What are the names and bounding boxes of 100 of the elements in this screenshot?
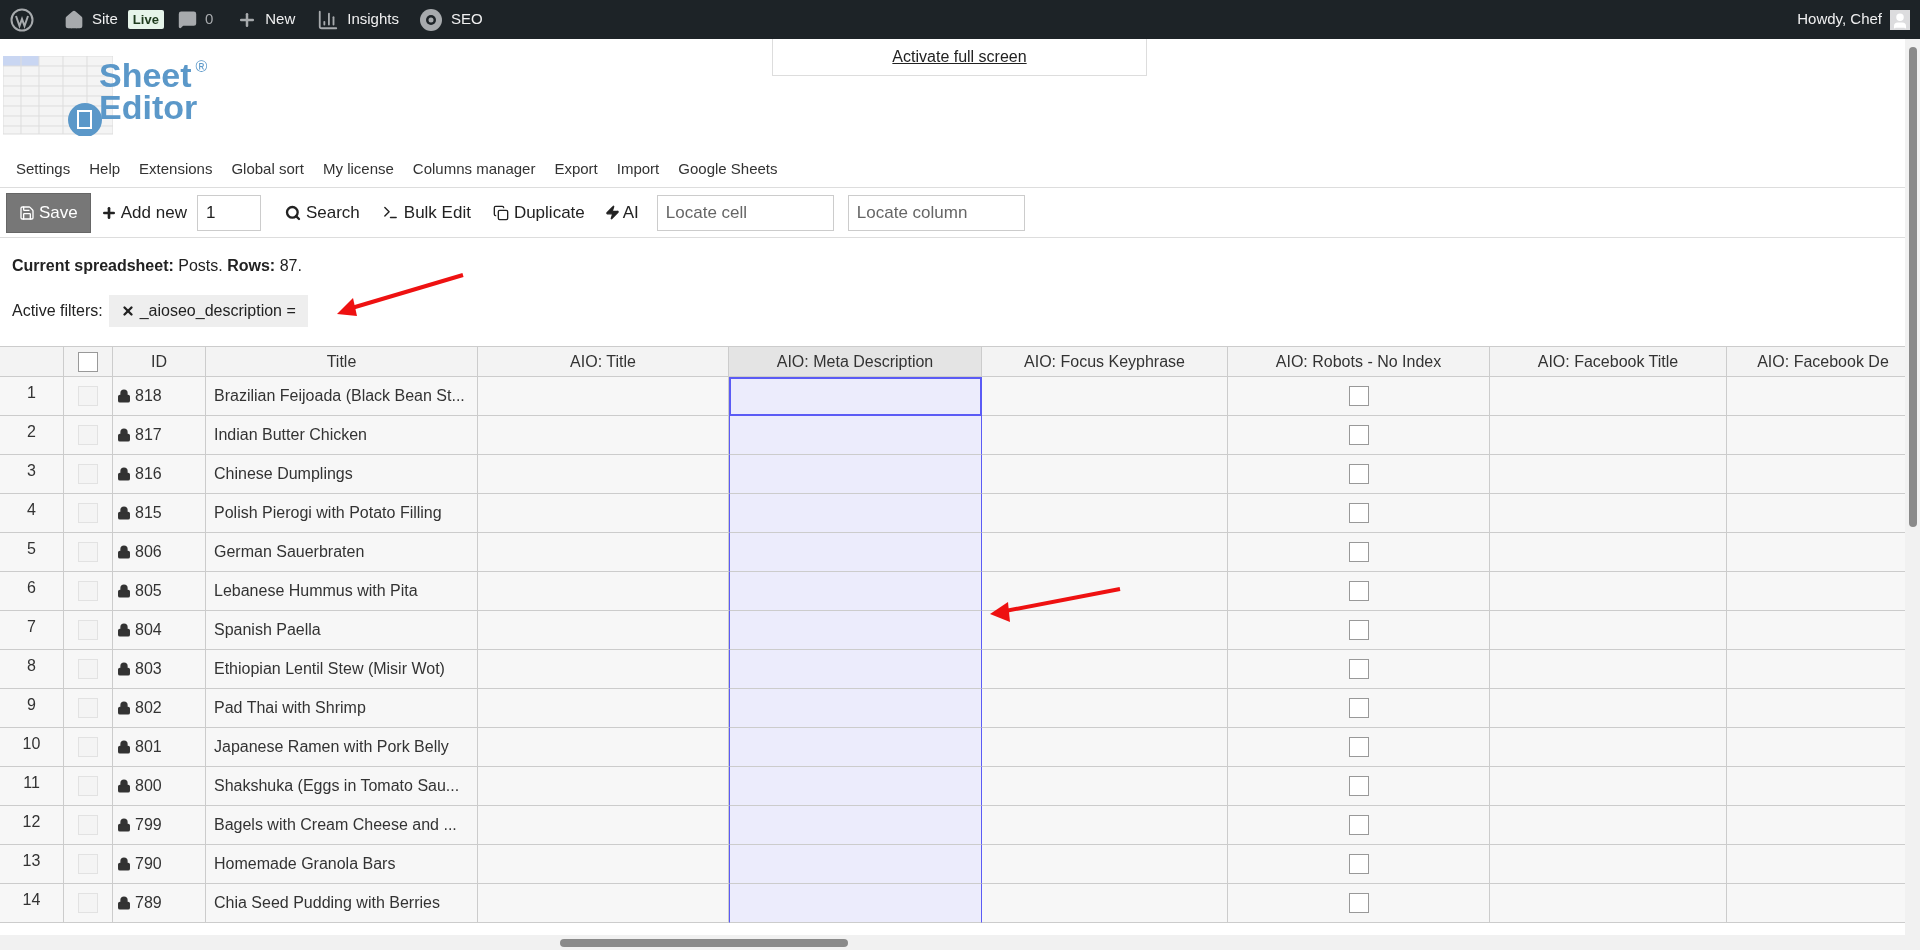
locate-cell-field[interactable]: Locate cell — [656, 194, 834, 231]
column-header[interactable]: AIO: Title — [478, 346, 729, 377]
column-header[interactable]: Title — [206, 346, 478, 377]
column-header[interactable]: AIO: Focus Keyphrase — [982, 346, 1228, 377]
row-number: 2 — [0, 416, 64, 455]
id-cell-text: 816 — [135, 464, 162, 484]
menu-link[interactable]: My license — [323, 158, 394, 181]
menu-link[interactable]: Export — [554, 158, 598, 181]
howdy-text[interactable]: Howdy, Chef — [1797, 8, 1882, 31]
title-cell: Homemade Granola Bars — [206, 845, 478, 884]
title-cell: Brazilian Feijoada (Black Bean St... — [206, 377, 478, 416]
horizontal-scrollbar[interactable] — [0, 935, 1905, 950]
seo-logo-icon[interactable] — [418, 7, 443, 32]
scrollbar-thumb[interactable] — [560, 938, 848, 947]
no-index-checkbox[interactable] — [1348, 386, 1369, 406]
menu-link[interactable]: Global sort — [231, 158, 304, 181]
row-number: 3 — [0, 455, 64, 494]
no-index-checkbox[interactable] — [1348, 503, 1369, 523]
row-number: 12 — [0, 806, 64, 845]
save-button[interactable]: Save — [6, 192, 91, 233]
menu-link[interactable]: Columns manager — [412, 158, 536, 181]
no-index-checkbox[interactable] — [1348, 620, 1369, 640]
title-cell: Pad Thai with Shrimp — [206, 689, 478, 728]
vertical-scrollbar[interactable] — [1905, 39, 1920, 950]
duplicate-button[interactable]: Duplicate — [492, 199, 585, 226]
close-icon — [120, 304, 135, 318]
column-header[interactable]: AIO: Meta Description — [729, 346, 982, 377]
row-number: 14 — [0, 884, 64, 923]
column-header[interactable]: AIO: Facebook De — [1727, 346, 1905, 377]
site-link[interactable]: Site — [92, 8, 118, 31]
title-cell: Lebanese Hummus with Pita — [206, 572, 478, 611]
row-number: 13 — [0, 845, 64, 884]
id-cell-text: 818 — [135, 386, 162, 406]
wordpress-logo-icon[interactable] — [10, 7, 34, 32]
title-cell: Japanese Ramen with Pork Belly — [206, 728, 478, 767]
menu-link[interactable]: Help — [89, 158, 121, 181]
menu-link[interactable]: Google Sheets — [678, 158, 778, 181]
logo-text: Editor — [99, 91, 199, 123]
no-index-checkbox[interactable] — [1348, 737, 1369, 757]
scrollbar-thumb[interactable] — [1908, 47, 1917, 527]
filter-chip[interactable]: _aioseo_description = — [108, 295, 308, 327]
live-badge: Live — [127, 9, 164, 30]
id-cell-text: 817 — [135, 425, 162, 445]
column-header[interactable]: AIO: Facebook Title — [1490, 346, 1727, 377]
seo-link[interactable]: SEO — [450, 8, 483, 31]
id-cell-text: 815 — [135, 503, 162, 523]
avatar-icon[interactable] — [1890, 9, 1910, 30]
title-cell: Spanish Paella — [206, 611, 478, 650]
column-header[interactable]: AIO: Robots - No Index — [1228, 346, 1490, 377]
title-cell: German Sauerbraten — [206, 533, 478, 572]
logo-text: Sheet — [99, 59, 192, 91]
new-link[interactable]: New — [265, 8, 296, 31]
title-cell: Polish Pierogi with Potato Filling — [206, 494, 478, 533]
no-index-checkbox[interactable] — [1348, 854, 1369, 874]
fullscreen-link[interactable]: Activate full screen — [892, 45, 1027, 69]
ai-button[interactable]: AI — [604, 199, 639, 226]
title-cell: Indian Butter Chicken — [206, 416, 478, 455]
no-index-checkbox[interactable] — [1348, 815, 1369, 835]
no-index-checkbox[interactable] — [1348, 893, 1369, 913]
no-index-checkbox[interactable] — [1348, 581, 1369, 601]
row-number: 8 — [0, 650, 64, 689]
locate-column-field[interactable]: Locate column — [847, 194, 1025, 231]
title-cell: Shakshuka (Eggs in Tomato Sau... — [206, 767, 478, 806]
id-cell-text: 790 — [135, 854, 162, 874]
no-index-checkbox[interactable] — [1348, 659, 1369, 679]
no-index-checkbox[interactable] — [1348, 425, 1369, 445]
no-index-checkbox[interactable] — [1348, 698, 1369, 718]
menu-link[interactable]: Import — [616, 158, 660, 181]
id-cell-text: 802 — [135, 698, 162, 718]
bulk-edit-button[interactable]: Bulk Edit — [381, 199, 471, 226]
no-index-checkbox[interactable] — [1348, 776, 1369, 796]
row-number: 9 — [0, 689, 64, 728]
home-icon[interactable] — [64, 9, 84, 30]
id-cell-text: 799 — [135, 815, 162, 835]
add-new-button[interactable]: Add new — [100, 199, 187, 226]
column-header[interactable]: ID — [113, 346, 206, 377]
insights-link[interactable]: Insights — [347, 8, 399, 31]
row-number: 6 — [0, 572, 64, 611]
select-all-checkbox[interactable] — [78, 351, 98, 372]
row-number: 11 — [0, 767, 64, 806]
row-number: 1 — [0, 377, 64, 416]
no-index-checkbox[interactable] — [1348, 464, 1369, 484]
title-cell: Bagels with Cream Cheese and ... — [206, 806, 478, 845]
row-number: 7 — [0, 611, 64, 650]
filters-label: Active filters: — [12, 301, 103, 321]
row-number: 10 — [0, 728, 64, 767]
bar-chart-icon[interactable] — [317, 8, 340, 31]
quantity-field[interactable]: 1 — [196, 194, 261, 231]
column-header[interactable] — [0, 346, 64, 377]
registered-mark: ® — [195, 59, 208, 75]
id-cell-text: 801 — [135, 737, 162, 757]
menu-link[interactable]: Settings — [16, 158, 71, 181]
comment-icon[interactable] — [177, 10, 197, 29]
search-button[interactable]: Search — [284, 199, 360, 226]
menu-link[interactable]: Extensions — [139, 158, 213, 181]
terminal-prompt-icon — [381, 204, 399, 221]
comment-count: 0 — [204, 9, 214, 30]
title-cell: Chia Seed Pudding with Berries — [206, 884, 478, 923]
row-number: 4 — [0, 494, 64, 533]
no-index-checkbox[interactable] — [1348, 542, 1369, 562]
